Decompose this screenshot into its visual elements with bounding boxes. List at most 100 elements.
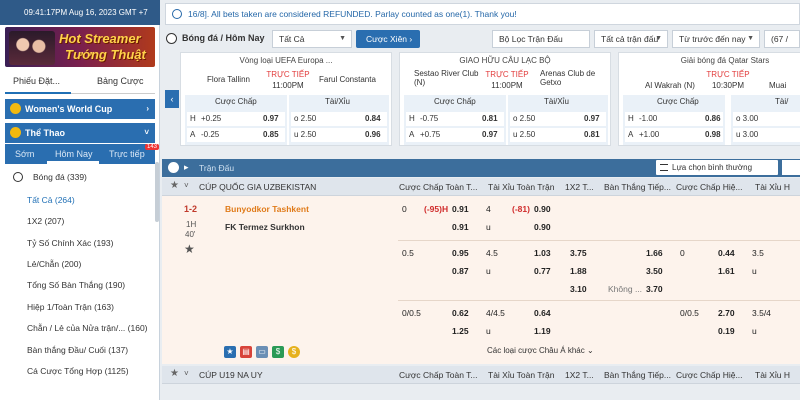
sort-select[interactable]: Lựa chọn bình thường [656, 160, 778, 175]
odds-row[interactable]: A -0.25 0.85 [187, 128, 285, 142]
dollar-icon[interactable]: $ [272, 346, 284, 358]
odds-row[interactable]: o 2.50 0.97 [510, 112, 606, 126]
stats-icon[interactable]: ▤ [240, 346, 252, 358]
league-row[interactable]: ★ ˅ CÚP QUỐC GIA UZBEKISTAN Cược Chấp To… [162, 178, 800, 196]
odds-value[interactable]: 1.66 [646, 248, 663, 258]
odds-value[interactable]: 0.77 [534, 266, 551, 276]
odds-value[interactable]: 0.62 [452, 308, 469, 318]
odds-row[interactable]: o 3.00 [733, 112, 800, 126]
match-half: 1H [186, 220, 197, 229]
tab-early[interactable]: Sớm [15, 149, 34, 159]
clock: 09:41:17PM Aug 16, 2023 GMT +7 [0, 0, 160, 25]
favorite-icon[interactable]: ★ [224, 346, 236, 358]
odds-value[interactable]: 0.90 [534, 222, 551, 232]
odds-value[interactable]: 1.61 [718, 266, 735, 276]
odds-row[interactable]: o 2.50 0.84 [291, 112, 387, 126]
odds-value[interactable]: 3.70 [646, 284, 663, 294]
side-label: A [190, 130, 196, 139]
featured-match-card[interactable]: Giải bóng đá Qatar Stars Al Wakrah (N) T… [618, 52, 800, 146]
odds-row[interactable]: H -1.00 0.86 [625, 112, 723, 126]
odds-value[interactable]: 1.88 [570, 266, 587, 276]
odds-value[interactable]: 1.03 [534, 248, 551, 258]
handicap-value: -0.25 [201, 130, 220, 139]
odds-row[interactable]: A +0.75 0.97 [406, 128, 504, 142]
sidebar-item-half-odd-even[interactable]: Chẵn / Lẻ của Nửa trận/... (160) [5, 317, 155, 339]
page-select[interactable]: (67 / [764, 30, 800, 48]
sidebar-item-half-full[interactable]: Hiệp 1/Toàn Trận (163) [5, 296, 155, 318]
featured-match-card[interactable]: Vòng loại UEFA Europa ... Flora Tallinn … [180, 52, 392, 146]
streamer-banner[interactable]: Hot Streamer Tướng Thuật [5, 27, 155, 67]
league-row[interactable]: ★ ˅ CÚP U19 NA UY Cược Chấp Toàn T... Tà… [162, 366, 800, 384]
collapse-arrow-icon[interactable]: ▸ [184, 162, 189, 173]
side-label: H [190, 114, 196, 123]
parlay-label: Cược Xiên [366, 34, 408, 44]
odds-value: 0.96 [365, 130, 381, 139]
odds-row[interactable]: A +1.00 0.98 [625, 128, 723, 142]
market-select[interactable]: Tất Cả ▼ [272, 30, 352, 48]
handicap-box: Cược Chấp H -1.00 0.86 A +1.00 0.98 [623, 95, 725, 145]
league-filter-value: Bộ Lọc Trận Đấu [499, 34, 563, 44]
favorite-star-icon[interactable]: ★ [184, 242, 195, 256]
odds-row[interactable]: u 2.50 0.81 [510, 128, 606, 142]
sidebar-item-first-last-goal[interactable]: Bàn thắng Đầu/ Cuối (137) [5, 339, 155, 361]
odds-value[interactable]: 3.10 [570, 284, 587, 294]
handicap-line: 0.5 [402, 248, 414, 258]
match-select[interactable]: Tất cả trận đấu ▼ [594, 30, 668, 48]
side-label: H [628, 114, 634, 123]
tab-today[interactable]: Hôm Nay [55, 149, 93, 159]
section-sports[interactable]: Thể Thao ˅ [5, 123, 155, 143]
tab-bet-slip[interactable]: Phiếu Đặt... [13, 76, 60, 86]
column-header: Bàn Thắng Tiếp... [604, 182, 671, 192]
league-filter[interactable]: Bộ Lọc Trận Đấu [492, 30, 590, 48]
time-select[interactable]: Từ trước đến nay ▼ [672, 30, 760, 48]
odds-value[interactable]: 3.50 [646, 266, 663, 276]
odds-value[interactable]: 0.90 [534, 204, 551, 214]
odds-value[interactable]: 0.91 [452, 222, 469, 232]
tab-live[interactable]: Trực tiếp [109, 149, 145, 159]
chevron-down-icon[interactable]: ˅ [184, 181, 189, 190]
odds-row[interactable]: H -0.75 0.81 [406, 112, 504, 126]
odds-row[interactable]: H +0.25 0.97 [187, 112, 285, 126]
sidebar-item-football[interactable]: Bóng đá (339) [5, 166, 155, 188]
sidebar-item-mix-parlay[interactable]: Cá Cược Tổng Hợp (1125) [5, 360, 155, 382]
section-label: Thể Thao [25, 128, 65, 138]
carousel-prev-button[interactable]: ‹ [165, 90, 179, 108]
odds-value[interactable]: 1.19 [534, 326, 551, 336]
star-icon[interactable]: ★ [170, 368, 179, 379]
sidebar-item-total-goals[interactable]: Tổng Số Bàn Thắng (190) [5, 274, 155, 296]
chevron-down-icon[interactable]: ˅ [184, 369, 189, 378]
odds-value: 0.81 [584, 130, 600, 139]
odds-value[interactable]: 0.95 [452, 248, 469, 258]
sidebar-item-odd-even[interactable]: Lẻ/Chẵn (200) [5, 253, 155, 275]
odds-value[interactable]: 0.64 [534, 308, 551, 318]
odds-value[interactable]: 2.70 [718, 308, 735, 318]
cash-out-icon[interactable]: $ [288, 346, 300, 358]
odds-value[interactable]: 0.19 [718, 326, 735, 336]
sidebar-item-correct-score[interactable]: Tỷ Số Chính Xác (193) [5, 232, 155, 254]
parlay-button[interactable]: Cược Xiên › [356, 30, 420, 48]
page-select-value: (67 / [771, 34, 789, 44]
card-home-team: Flora Tallinn [207, 75, 250, 84]
card-live-label: TRỰC TIẾP [266, 70, 310, 79]
ou-line: 4/4.5 [486, 308, 505, 318]
odds-row[interactable]: u 2.50 0.96 [291, 128, 387, 142]
more-asian-bets-link[interactable]: Các loại cược Châu Á khác ⌄ [487, 346, 594, 355]
odds-value: 0.97 [584, 114, 600, 123]
tv-icon[interactable]: ▭ [256, 346, 268, 358]
sidebar-item-all[interactable]: Tất Cả (264) [5, 189, 155, 211]
over-under-box: Tài/Xỉu o 2.50 0.84 u 2.50 0.96 [289, 95, 389, 145]
sidebar-item-1x2[interactable]: 1X2 (207) [5, 210, 155, 232]
featured-match-card[interactable]: GIAO HỮU CÂU LẠC BỘ Sestao River Club (N… [399, 52, 611, 146]
odds-value[interactable]: 1.25 [452, 326, 469, 336]
sidebar-scrollbar[interactable] [155, 162, 159, 222]
odds-value[interactable]: 3.75 [570, 248, 587, 258]
settings-button[interactable] [782, 160, 800, 175]
odds-value[interactable]: 0.91 [452, 204, 469, 214]
odds-row[interactable]: u 3.00 [733, 128, 800, 142]
ou-line: o 2.50 [513, 114, 536, 123]
odds-value[interactable]: 0.87 [452, 266, 469, 276]
star-icon[interactable]: ★ [170, 180, 179, 191]
tab-bet-table[interactable]: Bảng Cược [97, 76, 143, 86]
odds-value[interactable]: 0.44 [718, 248, 735, 258]
section-world-cup[interactable]: Women's World Cup › [5, 99, 155, 119]
